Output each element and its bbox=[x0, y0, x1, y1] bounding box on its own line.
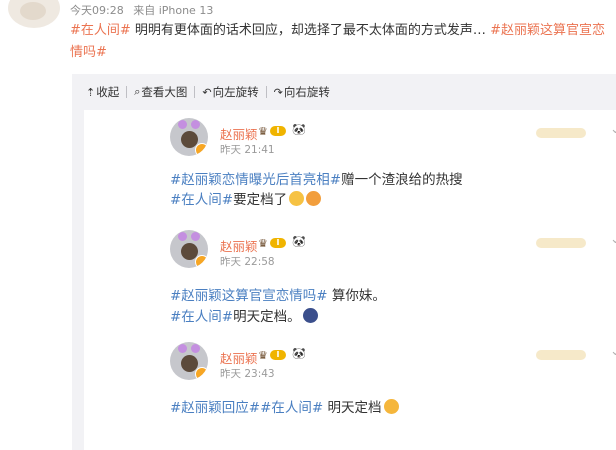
crown-icon: ♛ bbox=[258, 237, 268, 250]
comment-time: 昨天 21:41 bbox=[220, 144, 275, 156]
comment-line: #赵丽颖回应##在人间# 明天定档 bbox=[170, 396, 399, 416]
verified-icon bbox=[195, 255, 208, 268]
collapse-icon: ⇡ bbox=[86, 85, 96, 99]
comment-hashtag: #赵丽颖回应##在人间# bbox=[170, 400, 324, 416]
comment-text: 算你妹。 bbox=[327, 288, 386, 304]
comment-line: #赵丽颖这算官宣恋情吗# 算你妹。 bbox=[170, 284, 386, 304]
image-toolbar: ⇡ 收起 ⌕ 查看大图 ↶ 向左旋转 ↷ 向右旋转 bbox=[72, 74, 616, 110]
laughing-emoji-icon bbox=[289, 191, 305, 206]
post-body-text: 明明有更体面的话术回应，却选择了最不太体面的方式发声… bbox=[130, 23, 491, 38]
commenter-name: 赵丽颖 bbox=[220, 127, 258, 142]
view-large-button[interactable]: ⌕ 查看大图 bbox=[134, 84, 187, 100]
post-time[interactable]: 今天09:28 bbox=[70, 4, 124, 17]
comment-text: 明天定档 bbox=[323, 400, 382, 416]
comment-text: 赠一个渣浪给的热搜 bbox=[341, 172, 463, 188]
post-source: 来自 iPhone 13 bbox=[133, 4, 214, 17]
comment-time: 昨天 23:43 bbox=[220, 368, 275, 380]
rotate-left-button[interactable]: ↶ 向左旋转 bbox=[202, 84, 258, 100]
commenter-avatar bbox=[170, 230, 208, 268]
crown-icon: ♛ bbox=[258, 349, 268, 362]
comment-line: #赵丽颖恋情曝光后首亮相#赠一个渣浪给的热搜 bbox=[170, 168, 463, 188]
chevron-down-icon: ⌄ bbox=[610, 232, 616, 247]
rotate-right-icon: ↷ bbox=[273, 85, 283, 99]
comment-hashtag: #赵丽颖这算官宣恋情吗# bbox=[170, 288, 328, 304]
toolbar-divider bbox=[126, 86, 128, 98]
rotate-right-button[interactable]: ↷ 向右旋转 bbox=[274, 84, 330, 100]
verified-icon bbox=[195, 367, 208, 380]
comment-line: #在人间#要定档了 bbox=[170, 188, 322, 208]
collapse-button[interactable]: ⇡ 收起 bbox=[86, 84, 119, 100]
collapse-label: 收起 bbox=[96, 85, 120, 99]
post-text: #在人间# 明明有更体面的话术回应，却选择了最不太体面的方式发声… #赵丽颖这算… bbox=[70, 20, 612, 64]
comment-hashtag: #在人间# bbox=[170, 192, 234, 208]
rotate-right-label: 向右旋转 bbox=[283, 85, 330, 99]
chevron-down-icon: ⌄ bbox=[610, 122, 616, 137]
post-hashtag-1[interactable]: #在人间# bbox=[70, 23, 131, 38]
like-bar bbox=[536, 238, 586, 248]
commenter-avatar bbox=[170, 118, 208, 156]
toolbar-divider bbox=[265, 86, 267, 98]
weibo-post: 今天09:28 来自 iPhone 13 #在人间# 明明有更体面的话术回应，却… bbox=[0, 0, 616, 450]
commenter-avatar bbox=[170, 342, 208, 380]
comment-time: 昨天 22:58 bbox=[220, 256, 275, 268]
post-meta: 今天09:28 来自 iPhone 13 bbox=[70, 2, 219, 18]
crown-icon: ♛ bbox=[258, 125, 268, 138]
cry-emoji-icon bbox=[383, 399, 399, 414]
view-large-label: 查看大图 bbox=[141, 85, 188, 99]
moon-emoji-icon bbox=[302, 308, 318, 323]
verified-icon bbox=[195, 143, 208, 156]
commenter-name: 赵丽颖 bbox=[220, 239, 258, 254]
like-bar bbox=[536, 350, 586, 360]
toolbar-divider bbox=[194, 86, 196, 98]
chevron-down-icon: ⌄ bbox=[610, 344, 616, 359]
comment-hashtag: #赵丽颖恋情曝光后首亮相# bbox=[170, 172, 342, 188]
panda-icon: 🐼 bbox=[292, 123, 306, 136]
commenter-name: 赵丽颖 bbox=[220, 351, 258, 366]
image-viewer: ⇡ 收起 ⌕ 查看大图 ↶ 向左旋转 ↷ 向右旋转 赵丽颖 ♛ I 🐼 昨天 2… bbox=[72, 74, 616, 450]
rotate-left-label: 向左旋转 bbox=[212, 85, 259, 99]
screenshot-image[interactable]: 赵丽颖 ♛ I 🐼 昨天 21:41 #赵丽颖恋情曝光后首亮相#赠一个渣浪给的热… bbox=[84, 110, 616, 450]
comment-line: #在人间#明天定档。 bbox=[170, 305, 318, 325]
comment-hashtag: #在人间# bbox=[170, 309, 234, 325]
comment-text: 要定档了 bbox=[233, 192, 288, 208]
zoom-icon: ⌕ bbox=[134, 85, 141, 98]
like-bar bbox=[536, 128, 586, 138]
panda-icon: 🐼 bbox=[292, 235, 306, 248]
level-badge: I bbox=[270, 126, 286, 136]
author-avatar[interactable] bbox=[8, 0, 60, 28]
rotate-left-icon: ↶ bbox=[202, 85, 212, 99]
comment-text: 明天定档。 bbox=[233, 309, 301, 325]
celebrate-emoji-icon bbox=[306, 191, 322, 206]
panda-icon: 🐼 bbox=[292, 347, 306, 360]
level-badge: I bbox=[270, 350, 286, 360]
level-badge: I bbox=[270, 238, 286, 248]
